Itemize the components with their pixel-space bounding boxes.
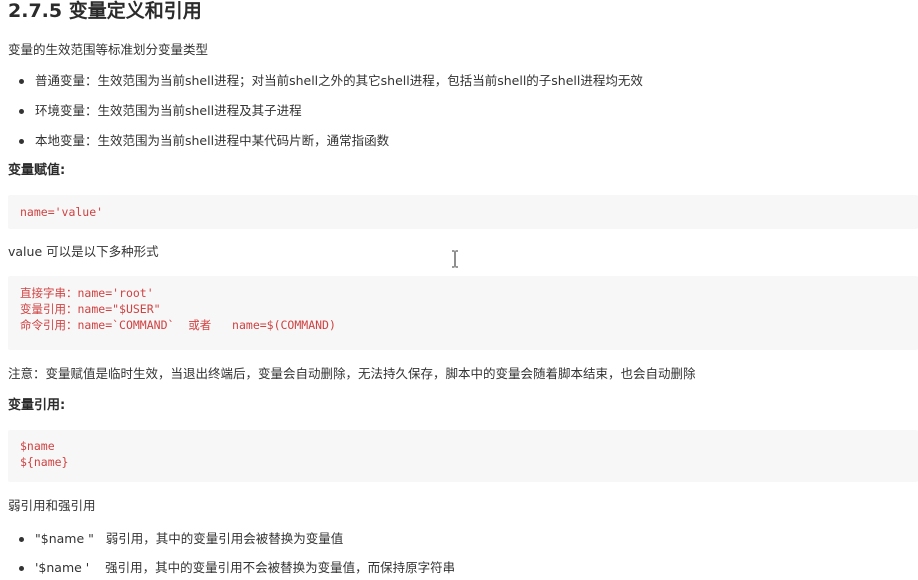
variable-types-list: 普通变量：生效范围为当前shell进程；对当前shell之外的其它shell进程…: [0, 72, 643, 150]
assign-heading: 变量赋值:: [8, 163, 66, 178]
ref-code-block[interactable]: $name ${name}: [8, 430, 918, 482]
value-forms-text: value 可以是以下多种形式: [8, 244, 159, 259]
bullet-icon: [19, 566, 24, 571]
code-line: 命令引用：name=`COMMAND` 或者 name=$(COMMAND): [20, 318, 336, 332]
code-line: 变量引用：name="$USER": [20, 302, 161, 316]
assign-code-block[interactable]: name='value': [8, 195, 918, 229]
code-line: 直接字串：name='root': [20, 286, 154, 300]
list-item: 本地变量：生效范围为当前shell进程中某代码片断，通常指函数: [0, 132, 643, 150]
bullet-icon: [19, 537, 24, 542]
section-heading: 2.7.5 变量定义和引用: [8, 0, 202, 22]
note-text: 注意：变量赋值是临时生效，当退出终端后，变量会自动删除，无法持久保存，脚本中的变…: [8, 366, 696, 381]
list-item: 环境变量：生效范围为当前shell进程及其子进程: [0, 102, 643, 120]
text-cursor-icon: [452, 250, 458, 268]
code-line: ${name}: [20, 455, 69, 469]
bullet-icon: [19, 79, 24, 84]
list-item: "$name " 弱引用，其中的变量引用会被替换为变量值: [0, 530, 455, 548]
code-line: name='value': [20, 205, 104, 219]
list-item: '$name ' 强引用，其中的变量引用不会被替换为变量值，而保持原字符串: [0, 559, 455, 577]
code-line: $name: [20, 439, 55, 453]
quote-intro-text: 弱引用和强引用: [8, 498, 96, 513]
bullet-icon: [19, 109, 24, 114]
intro-text: 变量的生效范围等标准划分变量类型: [8, 42, 209, 57]
ref-heading: 变量引用:: [8, 398, 66, 413]
quote-types-list: "$name " 弱引用，其中的变量引用会被替换为变量值 '$name ' 强引…: [0, 530, 455, 577]
value-forms-code-block[interactable]: 直接字串：name='root' 变量引用：name="$USER" 命令引用：…: [8, 276, 918, 350]
list-item: 普通变量：生效范围为当前shell进程；对当前shell之外的其它shell进程…: [0, 72, 643, 90]
bullet-icon: [19, 139, 24, 144]
